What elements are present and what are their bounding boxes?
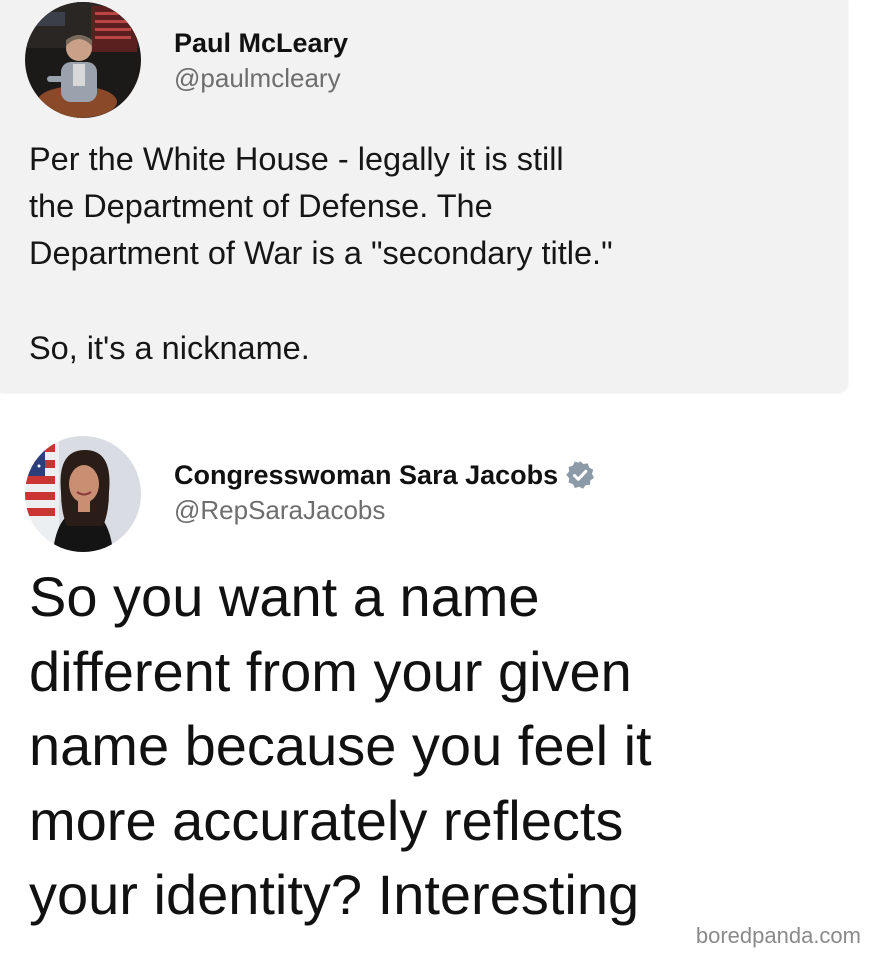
author-handle[interactable]: @paulmcleary [174, 62, 341, 94]
post-body-line: different from your given [29, 639, 632, 703]
post-body: So you want a name different from your g… [29, 560, 859, 933]
author-name-row: Congresswoman Sara Jacobs [174, 459, 595, 491]
post-body-line: Per the White House - legally it is stil… [29, 141, 564, 177]
quoted-post-card: Paul McLeary @paulmcleary Per the White … [0, 0, 848, 392]
paul-mcleary-avatar[interactable] [25, 2, 141, 118]
post-body-line: name because you feel it [29, 714, 652, 777]
post-body-line: more accurately reflects [29, 788, 624, 852]
person-portrait-icon [25, 436, 141, 552]
verified-badge-icon [565, 460, 595, 490]
watermark: boredpanda.com [692, 923, 864, 949]
post-body-line: the Department of Defense. The [29, 188, 493, 224]
post-body: Per the White House - legally it is stil… [29, 136, 829, 372]
author-name[interactable]: Paul McLeary [174, 27, 348, 59]
post-body-line: So, it's a nickname. [29, 330, 310, 366]
post-body-line: So you want a name [29, 565, 540, 628]
author-name[interactable]: Congresswoman Sara Jacobs [174, 459, 558, 491]
post-body-line: Department of War is a "secondary title.… [29, 235, 613, 271]
author-handle[interactable]: @RepSaraJacobs [174, 494, 385, 526]
sara-jacobs-avatar[interactable] [25, 436, 141, 552]
person-portrait-icon [25, 2, 141, 118]
post-body-line: your identity? Interesting [29, 863, 640, 926]
